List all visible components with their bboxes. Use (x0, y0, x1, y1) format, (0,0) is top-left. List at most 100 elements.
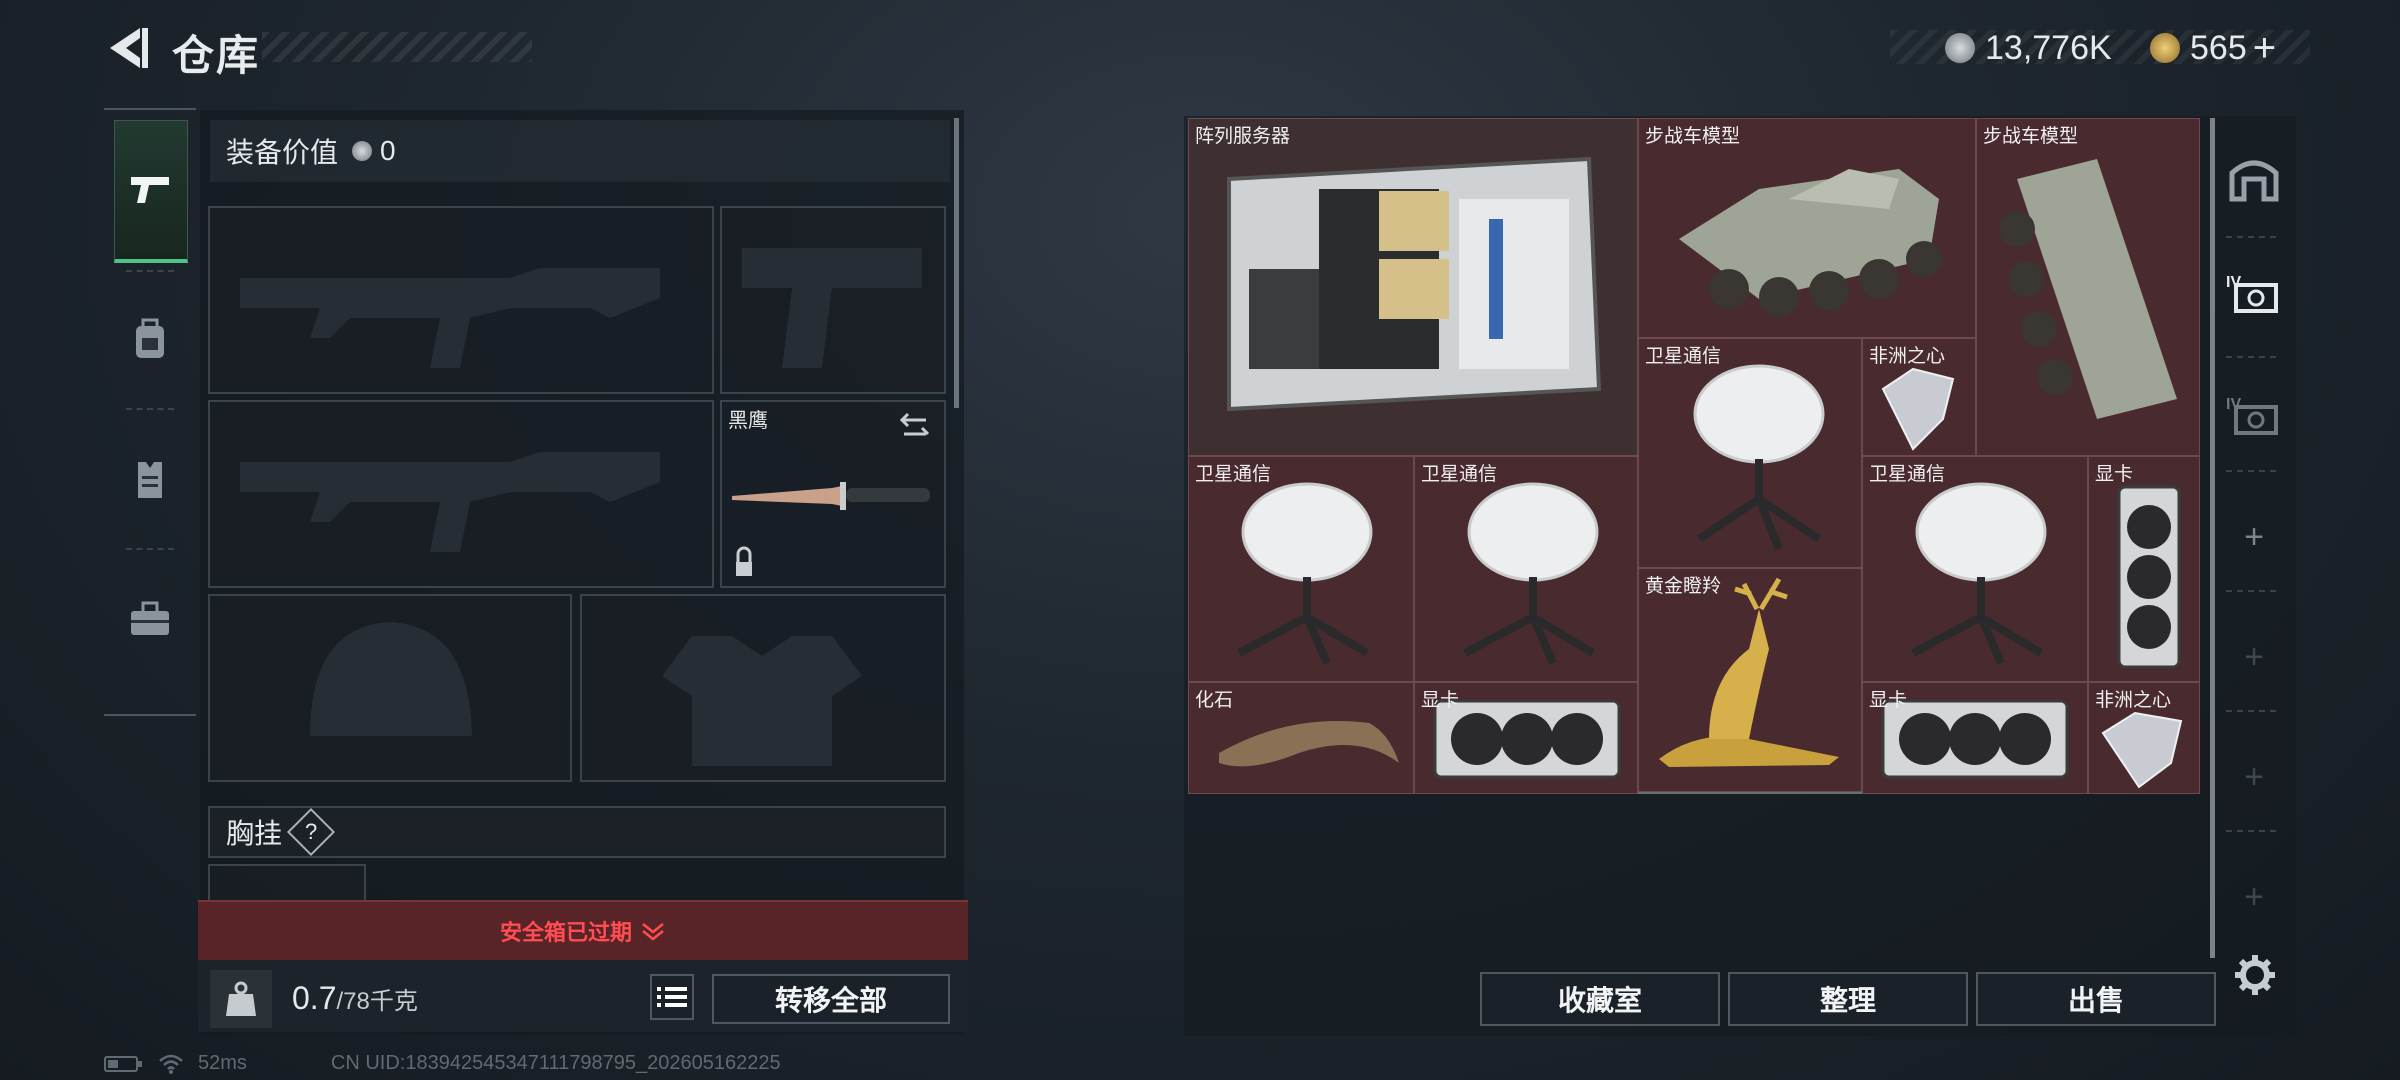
pistol-icon (131, 177, 169, 203)
locked-storage-page: + (2216, 622, 2292, 692)
toolbox-icon (131, 601, 169, 635)
page-title: 仓库 (172, 32, 261, 79)
storage-item[interactable]: 黄金瞪羚 (1638, 568, 1862, 792)
organize-button[interactable]: 整理 (1728, 972, 1968, 1026)
storage-page-4-tab[interactable]: IV (2216, 258, 2292, 328)
back-arrow-icon (110, 28, 148, 68)
tab-backpack[interactable] (114, 270, 186, 408)
list-view-button[interactable] (650, 974, 694, 1020)
settings-button[interactable] (2222, 942, 2288, 1008)
storage-item[interactable]: 显卡 (1862, 682, 2088, 794)
plus-icon: + (2244, 757, 2264, 796)
weight-max: /78千克 (336, 988, 418, 1015)
storage-item[interactable]: 卫星通信 (1638, 338, 1862, 568)
armor-slot[interactable] (580, 594, 946, 782)
body-armor-silhouette-icon (662, 636, 862, 766)
ping: 52ms (198, 1052, 247, 1074)
pistol-slot[interactable] (720, 206, 946, 394)
satellite-dish-icon (1237, 482, 1373, 665)
status-bar: 52ms CN UID:1839425453471117987​95_20260… (104, 1052, 781, 1075)
plus-icon: + (2244, 517, 2264, 556)
weight-icon (226, 981, 256, 1016)
sell-button[interactable]: 出售 (1976, 972, 2216, 1026)
coin-balance[interactable]: 13,776K (1945, 26, 2112, 70)
uid: CN UID:1839425453471117987​95_2026051622… (330, 1052, 781, 1074)
chest-rig-label: 胸挂 (226, 818, 283, 849)
collection-room-button[interactable]: 收藏室 (1480, 972, 1720, 1026)
golden-gazelle-icon (1659, 577, 1839, 767)
storage-page-icon: IV (2226, 396, 2278, 435)
equipment-value-row: 装备价值 0 (210, 120, 950, 182)
server-icon (1227, 156, 1602, 412)
satellite-dish-icon (1693, 364, 1825, 551)
rifle-silhouette-icon (240, 268, 660, 368)
storage-item[interactable]: 阵列服务器 (1188, 118, 1638, 456)
list-icon (657, 987, 687, 1007)
battery-icon (104, 1055, 142, 1072)
storage-item[interactable]: 步战车模型 (1976, 118, 2200, 456)
tab-vest[interactable] (114, 410, 186, 548)
primary-weapon-slot[interactable] (208, 206, 714, 394)
chest-rig-slot[interactable] (208, 864, 366, 904)
loadout-scrollbar[interactable] (954, 118, 959, 408)
svg-text:IV: IV (2226, 396, 2241, 413)
helmet-silhouette-icon (310, 622, 472, 736)
satellite-dish-icon (1463, 482, 1599, 665)
ifv-model-icon (1999, 159, 2177, 419)
warehouse-icon (2229, 160, 2279, 202)
vest-icon (138, 462, 162, 498)
locked-storage-page: + (2216, 742, 2292, 812)
equipment-value: 0 (380, 135, 396, 166)
satellite-dish-icon (1911, 482, 2047, 665)
storage-item[interactable]: 化石 (1188, 682, 1414, 794)
chevron-down-icon (642, 923, 664, 941)
tab-toolbox[interactable] (114, 550, 186, 688)
coin-amount: 13,776K (1985, 28, 2112, 67)
wifi-icon (159, 1054, 183, 1074)
storage-page-icon: IV (2226, 274, 2278, 313)
back-button[interactable] (100, 20, 160, 80)
premium-amount: 565 (2190, 28, 2247, 67)
helmet-slot[interactable] (208, 594, 572, 782)
warehouse-tab[interactable] (2216, 142, 2292, 212)
ifv-model-icon (1679, 169, 1942, 317)
plus-icon: + (2244, 877, 2264, 916)
carry-weight: 0.7/78千克 (292, 980, 418, 1017)
storage-scrollbar[interactable] (2210, 118, 2215, 958)
gpu-icon (2117, 485, 2181, 669)
chest-rig-header[interactable]: 胸挂 ? (208, 806, 946, 858)
premium-coin-icon (2150, 33, 2180, 63)
pistol-silhouette-icon (742, 248, 922, 368)
storage-item[interactable]: 卫星通信 (1414, 456, 1638, 682)
melee-slot[interactable]: 黑鹰 (720, 400, 946, 588)
weight-icon-box (210, 970, 272, 1028)
coin-icon (1945, 33, 1975, 63)
storage-item[interactable]: 非洲之心 (1862, 338, 1976, 456)
storage-item[interactable]: 非洲之心 (2088, 682, 2200, 794)
storage-item[interactable]: 卫星通信 (1862, 456, 2088, 682)
svg-text:IV: IV (2226, 274, 2241, 291)
transfer-all-button[interactable]: 转移全部 (712, 974, 950, 1024)
secondary-weapon-slot[interactable] (208, 400, 714, 588)
help-icon[interactable]: ? (286, 807, 336, 857)
storage-item[interactable]: 显卡 (2088, 456, 2200, 682)
title-decoration (262, 32, 532, 62)
safe-box-expired-banner[interactable]: 安全箱已过期 (198, 900, 968, 960)
gear-icon (2235, 955, 2275, 995)
tab-weapons[interactable] (114, 120, 188, 263)
storage-item[interactable]: 步战车模型 (1638, 118, 1976, 338)
rifle-silhouette-icon (240, 452, 660, 552)
premium-balance[interactable]: 565 + (2150, 26, 2276, 70)
storage-page-5-tab[interactable]: IV (2216, 380, 2292, 450)
locked-storage-page: + (2216, 862, 2292, 932)
storage-item[interactable]: 卫星通信 (1188, 456, 1414, 682)
safe-box-status: 安全箱已过期 (499, 920, 632, 945)
add-premium-icon[interactable]: + (2253, 26, 2276, 71)
equipment-value-label: 装备价值 (226, 137, 339, 168)
backpack-icon (136, 318, 164, 358)
coin-icon (352, 141, 373, 161)
storage-item[interactable]: 显卡 (1414, 682, 1638, 794)
weight-current: 0.7 (292, 980, 337, 1016)
melee-label: 黑鹰 (728, 410, 768, 432)
add-storage-page-button[interactable]: + (2216, 502, 2292, 572)
